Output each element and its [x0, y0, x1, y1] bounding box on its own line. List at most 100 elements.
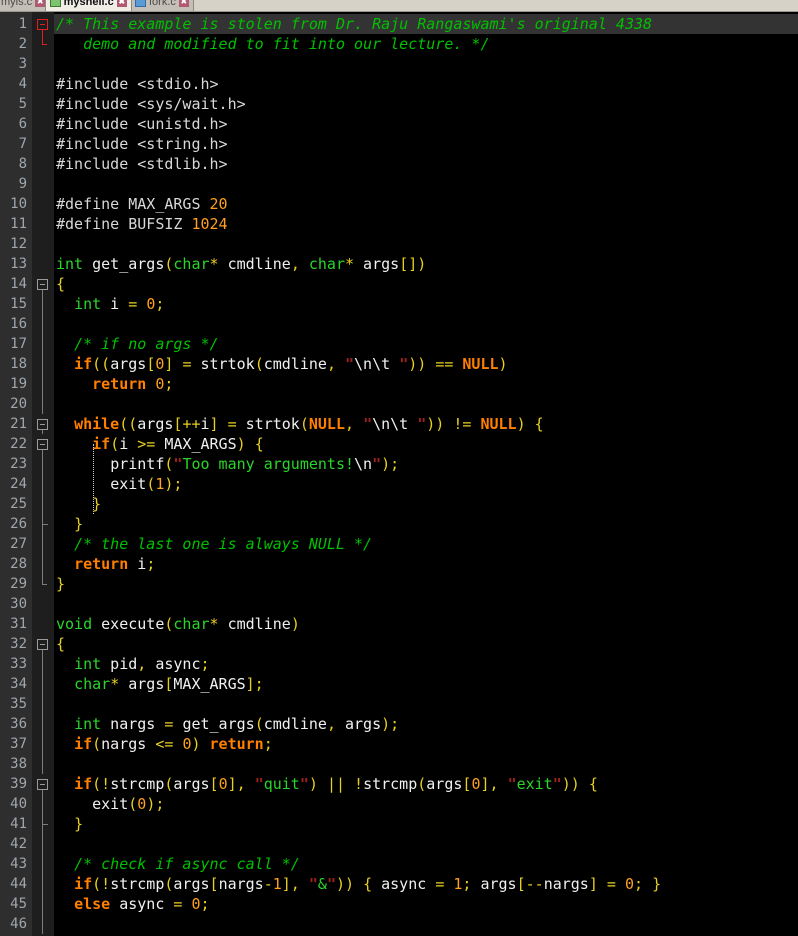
- code-line[interactable]: if(!strcmp(args[0], "quit") || !strcmp(a…: [54, 774, 798, 794]
- code-line[interactable]: [54, 234, 798, 254]
- editor-tab-close-icon[interactable]: ✖: [116, 0, 127, 7]
- fold-toggle-icon[interactable]: [37, 279, 48, 290]
- code-token-op: =: [227, 415, 237, 433]
- code-line[interactable]: if(!strcmp(args[nargs-1], "&")) { async …: [54, 874, 798, 894]
- code-line[interactable]: while((args[++i] = strtok(NULL, "\n\t ")…: [54, 414, 798, 434]
- code-line[interactable]: if(nargs <= 0) return;: [54, 734, 798, 754]
- line-number: 21: [10, 416, 27, 432]
- code-token-ctl: if: [74, 735, 93, 753]
- editor-tab-fork-c[interactable]: fork.c ✖: [130, 0, 194, 11]
- editor-tab-close-icon[interactable]: ✖: [178, 0, 189, 7]
- code-token-id: MAX_ARGS: [173, 675, 246, 693]
- editor-tab-close-icon[interactable]: ✖: [35, 0, 46, 7]
- code-token-op: -: [263, 875, 273, 893]
- code-line[interactable]: int pid, async;: [54, 654, 798, 674]
- code-line[interactable]: #include <string.h>: [54, 134, 798, 154]
- code-line[interactable]: [54, 314, 798, 334]
- code-line[interactable]: demo and modified to fit into our lectur…: [54, 34, 798, 54]
- code-line[interactable]: {: [54, 634, 798, 654]
- editor-tab-myls-c[interactable]: myls.c ✖: [0, 0, 51, 11]
- code-line[interactable]: [54, 394, 798, 414]
- fold-toggle-icon[interactable]: [37, 419, 48, 430]
- code-text-area[interactable]: /* This example is stolen from Dr. Raju …: [54, 12, 798, 936]
- code-line[interactable]: printf("Too many arguments!\n");: [54, 454, 798, 474]
- code-line[interactable]: }: [54, 514, 798, 534]
- code-token-cmt: /* the last one is always NULL */: [74, 535, 373, 553]
- code-line[interactable]: }: [54, 814, 798, 834]
- code-line[interactable]: exit(1);: [54, 474, 798, 494]
- code-line[interactable]: }: [54, 574, 798, 594]
- code-line[interactable]: [54, 834, 798, 854]
- c-file-icon: [49, 0, 61, 7]
- code-token-id: exit: [110, 475, 147, 493]
- code-line[interactable]: [54, 174, 798, 194]
- code-token-punc: ): [290, 615, 300, 633]
- code-line[interactable]: #define BUFSIZ 1024: [54, 214, 798, 234]
- fold-margin-row: [32, 354, 54, 374]
- code-line[interactable]: }: [54, 494, 798, 514]
- code-line[interactable]: int i = 0;: [54, 294, 798, 314]
- fold-margin-row: [32, 74, 54, 94]
- code-editor[interactable]: 1 2 3 4 5 6 7 8 9 10 11 12 13 14 15 16 17 18 19 20 21 22 23 24 2…: [0, 12, 798, 936]
- code-line[interactable]: /* This example is stolen from Dr. Raju …: [54, 14, 798, 34]
- code-line[interactable]: #include <unistd.h>: [54, 114, 798, 134]
- fold-margin-row[interactable]: [32, 774, 54, 794]
- code-line[interactable]: [54, 594, 798, 614]
- fold-margin-row[interactable]: [32, 274, 54, 294]
- code-line[interactable]: /* if no args */: [54, 334, 798, 354]
- fold-margin-row[interactable]: [32, 414, 54, 434]
- code-line[interactable]: [54, 54, 798, 74]
- code-line[interactable]: [54, 914, 798, 934]
- code-line[interactable]: #include <stdio.h>: [54, 74, 798, 94]
- code-line[interactable]: #define MAX_ARGS 20: [54, 194, 798, 214]
- code-line[interactable]: [54, 694, 798, 714]
- fold-margin-row[interactable]: [32, 634, 54, 654]
- fold-toggle-icon[interactable]: [37, 19, 48, 30]
- line-number: 34: [10, 676, 27, 692]
- fold-margin-row[interactable]: [32, 434, 54, 454]
- code-line[interactable]: /* the last one is always NULL */: [54, 534, 798, 554]
- code-token-id: printf: [110, 455, 165, 473]
- code-line[interactable]: return 0;: [54, 374, 798, 394]
- code-token-punc: (: [299, 415, 309, 433]
- code-line[interactable]: #include <sys/wait.h>: [54, 94, 798, 114]
- line-number: 11: [10, 216, 27, 232]
- code-line[interactable]: else async = 0;: [54, 894, 798, 914]
- code-token-quote: ": [326, 875, 336, 893]
- fold-toggle-icon[interactable]: [37, 639, 48, 650]
- code-token-punc: (: [254, 715, 264, 733]
- code-line[interactable]: {: [54, 274, 798, 294]
- fold-toggle-icon[interactable]: [37, 439, 48, 450]
- code-line[interactable]: char* args[MAX_ARGS];: [54, 674, 798, 694]
- code-line[interactable]: if((args[0] = strtok(cmdline, "\n\t ")) …: [54, 354, 798, 374]
- code-line[interactable]: exit(0);: [54, 794, 798, 814]
- code-token-quote: ": [507, 775, 517, 793]
- code-line[interactable]: /* check if async call */: [54, 854, 798, 874]
- code-folding-margin[interactable]: [32, 12, 54, 936]
- code-line[interactable]: return i;: [54, 554, 798, 574]
- code-line[interactable]: int nargs = get_args(cmdline, args);: [54, 714, 798, 734]
- editor-tab-myshell-c[interactable]: myshell.c ✖: [44, 0, 132, 11]
- code-token-punc: );: [146, 795, 165, 813]
- line-number: 38: [10, 756, 27, 772]
- code-token-id: i: [200, 415, 210, 433]
- code-line[interactable]: int get_args(char* cmdline, char* args[]…: [54, 254, 798, 274]
- code-token-kw: char: [173, 255, 210, 273]
- code-line[interactable]: if(i >= MAX_ARGS) {: [54, 434, 798, 454]
- line-number: 36: [10, 716, 27, 732]
- line-number: 29: [10, 576, 27, 592]
- code-token-punc: ;: [155, 295, 165, 313]
- code-line[interactable]: void execute(char* cmdline): [54, 614, 798, 634]
- code-token-ctl: if: [74, 775, 93, 793]
- code-line[interactable]: #include <stdlib.h>: [54, 154, 798, 174]
- fold-toggle-icon[interactable]: [37, 779, 48, 790]
- fold-margin-row[interactable]: [32, 14, 54, 34]
- editor-tab-bar[interactable]: myls.c ✖ myshell.c ✖ fork.c ✖: [0, 0, 798, 12]
- code-line[interactable]: [54, 754, 798, 774]
- code-token-id: async: [372, 875, 436, 893]
- code-token-op: !: [101, 775, 111, 793]
